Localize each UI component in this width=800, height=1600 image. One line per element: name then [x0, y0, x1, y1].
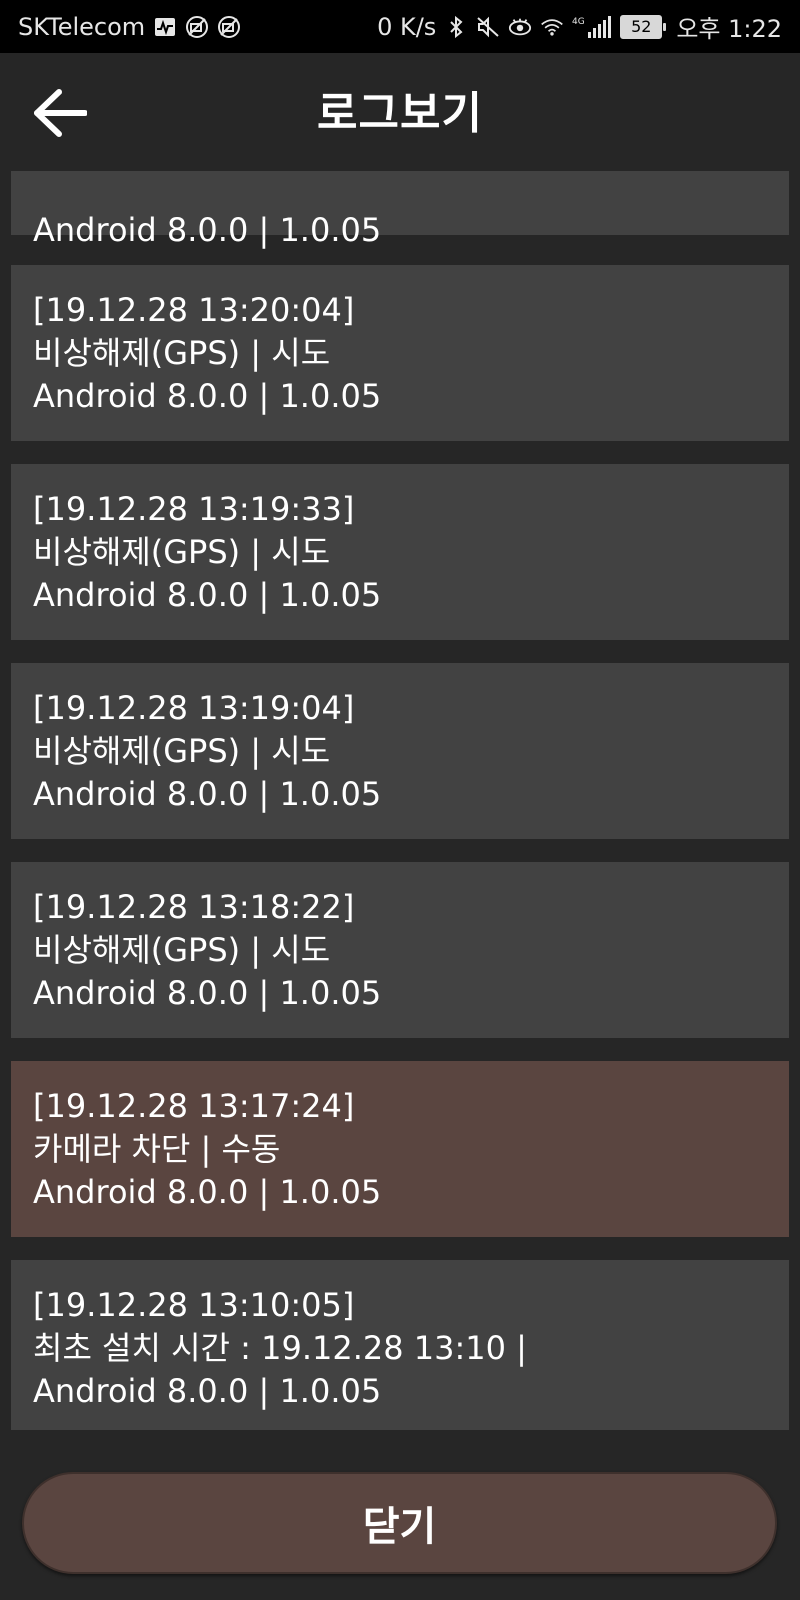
- log-list[interactable]: Android 8.0.0 | 1.0.05 [19.12.28 13:20:0…: [0, 171, 800, 1430]
- log-event: 비상해제(GPS) | 시도: [33, 533, 331, 571]
- log-item: [19.12.28 13:19:33] 비상해제(GPS) | 시도 Andro…: [11, 464, 789, 640]
- mute-icon: [476, 15, 500, 39]
- log-device-info: Android 8.0.0 | 1.0.05: [33, 377, 382, 415]
- status-bar-right: 0 K/s 4G 52 오후 1:22: [377, 9, 782, 44]
- log-timestamp: [19.12.28 13:17:24]: [33, 1087, 355, 1125]
- log-event: 최초 설치 시간 : 19.12.28 13:10 |: [33, 1329, 527, 1367]
- log-device-info: Android 8.0.0 | 1.0.05: [33, 211, 382, 249]
- log-item: [19.12.28 13:19:04] 비상해제(GPS) | 시도 Andro…: [11, 663, 789, 839]
- network-type-label: 4G: [572, 17, 585, 27]
- log-device-info: Android 8.0.0 | 1.0.05: [33, 576, 382, 614]
- log-event: 카메라 차단 | 수동: [33, 1130, 281, 1168]
- activity-icon: [153, 15, 177, 39]
- log-device-info: Android 8.0.0 | 1.0.05: [33, 1372, 382, 1410]
- log-item: [19.12.28 13:18:22] 비상해제(GPS) | 시도 Andro…: [11, 862, 789, 1038]
- carrier-label: SKTelecom: [18, 12, 146, 41]
- close-button[interactable]: 닫기: [22, 1472, 777, 1574]
- log-item: Android 8.0.0 | 1.0.05: [11, 171, 789, 249]
- wifi-icon: [540, 15, 564, 39]
- signal-icon: 4G: [572, 15, 612, 39]
- app-bar: 로그보기: [0, 53, 800, 171]
- net-speed-label: 0 K/s: [377, 12, 437, 41]
- no-camera-icon: [217, 15, 241, 39]
- log-event: 비상해제(GPS) | 시도: [33, 732, 331, 770]
- log-device-info: Android 8.0.0 | 1.0.05: [33, 1173, 382, 1211]
- log-timestamp: [19.12.28 13:19:04]: [33, 689, 355, 727]
- clock-label: 오후 1:22: [676, 15, 782, 43]
- status-bar: SKTelecom 0 K/s 4G 52 오후 1:22: [0, 0, 800, 53]
- log-item: [19.12.28 13:17:24] 카메라 차단 | 수동 Android …: [11, 1061, 789, 1237]
- battery-indicator: 52: [620, 14, 667, 39]
- log-item: [19.12.28 13:20:04] 비상해제(GPS) | 시도 Andro…: [11, 265, 789, 441]
- log-device-info: Android 8.0.0 | 1.0.05: [33, 775, 382, 813]
- log-timestamp: [19.12.28 13:19:33]: [33, 490, 355, 528]
- bluetooth-icon: [444, 15, 468, 39]
- log-event: 비상해제(GPS) | 시도: [33, 931, 331, 969]
- page-title: 로그보기: [317, 88, 483, 139]
- battery-level: 52: [631, 17, 652, 36]
- no-camera-icon: [185, 15, 209, 39]
- log-item: [19.12.28 13:10:05] 최초 설치 시간 : 19.12.28 …: [11, 1260, 789, 1430]
- eye-icon: [508, 15, 532, 39]
- log-device-info: Android 8.0.0 | 1.0.05: [33, 974, 382, 1012]
- log-event: 비상해제(GPS) | 시도: [33, 334, 331, 372]
- log-timestamp: [19.12.28 13:20:04]: [33, 291, 355, 329]
- status-bar-left: SKTelecom: [18, 13, 241, 41]
- log-timestamp: [19.12.28 13:10:05]: [33, 1286, 355, 1324]
- log-timestamp: [19.12.28 13:18:22]: [33, 888, 355, 926]
